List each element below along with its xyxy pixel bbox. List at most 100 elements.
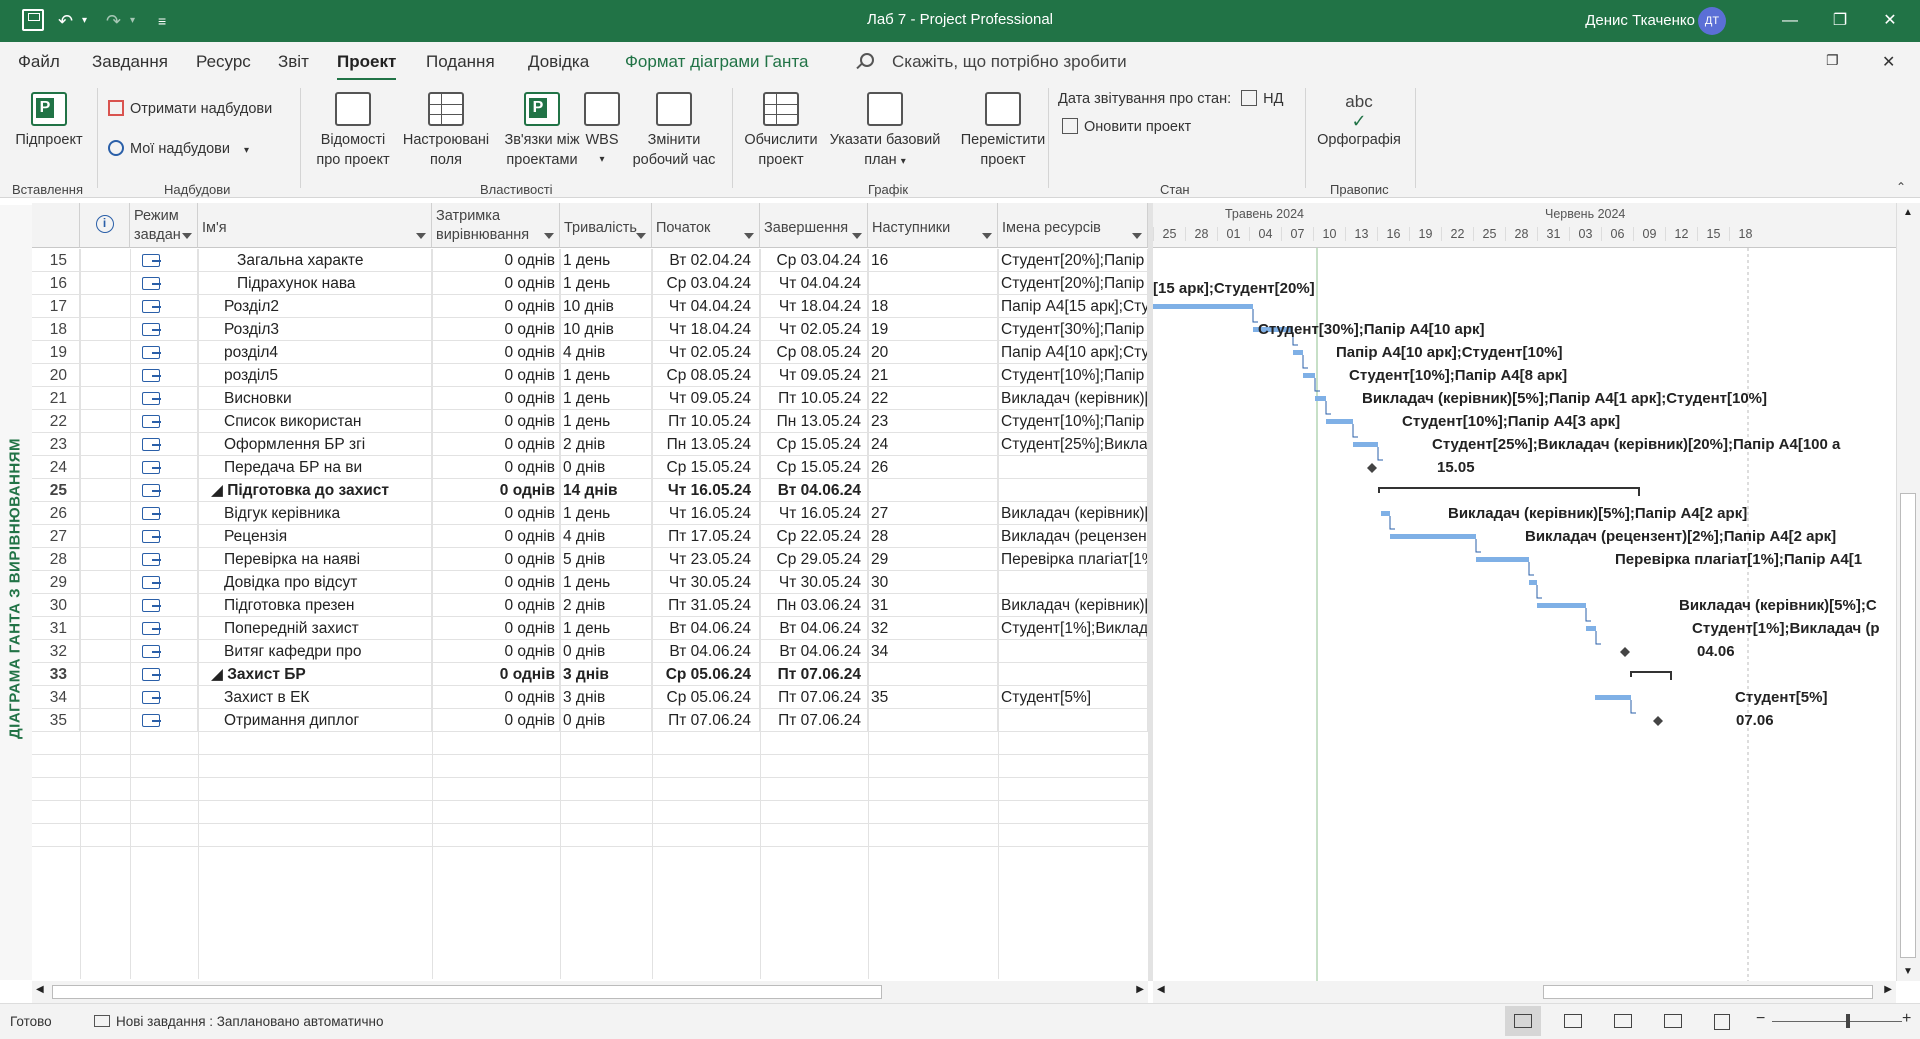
finish-date-cell[interactable]: Вт 04.06.24 <box>760 617 868 640</box>
resource-names-cell[interactable]: Перевірка плагіат[1% <box>998 548 1148 571</box>
task-mode-cell[interactable] <box>130 663 198 686</box>
start-date-cell[interactable]: Пт 10.05.24 <box>652 410 760 433</box>
close-document-icon[interactable]: ✕ <box>1882 52 1895 72</box>
start-date-cell[interactable]: Чт 02.05.24 <box>652 341 760 364</box>
collapse-ribbon-icon[interactable]: ⌃ <box>1896 180 1906 194</box>
successors-cell[interactable]: 21 <box>868 364 998 387</box>
resource-names-cell[interactable]: Студент[20%];Папір А <box>998 249 1148 272</box>
wbs-button[interactable]: WBS ▾ <box>580 86 624 170</box>
tab-help[interactable]: Довідка <box>528 52 589 72</box>
task-name-cell[interactable]: розділ5 <box>198 364 432 387</box>
row-id-cell[interactable]: 30 <box>32 594 80 617</box>
duration-cell[interactable]: 4 днів <box>560 525 652 548</box>
resource-names-cell[interactable]: Викладач (керівник)[ <box>998 502 1148 525</box>
resource-names-cell[interactable]: Викладач (керівник)[ <box>998 594 1148 617</box>
finish-date-cell[interactable]: Ср 15.05.24 <box>760 433 868 456</box>
task-name-cell[interactable]: Передача БР на ви <box>198 456 432 479</box>
links-between-projects-button[interactable]: Зв'язки між проектами <box>494 86 590 170</box>
resource-names-cell[interactable] <box>998 663 1148 686</box>
task-name-cell[interactable]: Попередній захист <box>198 617 432 640</box>
resource-names-cell[interactable] <box>998 456 1148 479</box>
resource-names-cell[interactable] <box>998 479 1148 502</box>
start-date-cell[interactable]: Ср 05.06.24 <box>652 663 760 686</box>
task-name-cell[interactable]: Витяг кафедри про <box>198 640 432 663</box>
finish-date-cell[interactable]: Вт 04.06.24 <box>760 479 868 502</box>
task-mode-cell[interactable] <box>130 479 198 502</box>
table-row[interactable]: 29 Довідка про відсут 0 однів 1 день Чт 30.0… <box>32 571 1148 594</box>
report-view-icon[interactable] <box>1714 1014 1730 1030</box>
avatar[interactable]: ДТ <box>1698 7 1726 35</box>
start-date-cell[interactable]: Ср 08.05.24 <box>652 364 760 387</box>
finish-date-cell[interactable]: Ср 08.05.24 <box>760 341 868 364</box>
start-date-cell[interactable]: Чт 30.05.24 <box>652 571 760 594</box>
row-id-cell[interactable]: 16 <box>32 272 80 295</box>
scroll-up-icon[interactable]: ▲ <box>1903 207 1913 218</box>
task-mode-cell[interactable] <box>130 594 198 617</box>
row-id-cell[interactable]: 22 <box>32 410 80 433</box>
resource-names-cell[interactable] <box>998 571 1148 594</box>
empty-row[interactable] <box>32 801 1148 824</box>
leveling-delay-cell[interactable]: 0 однів <box>432 272 560 295</box>
gantt-chart[interactable]: 25 28 01 04 07 10 13 16 19 22 25 28 31 03 06 09 12 15 18 Тр… <box>1153 203 1896 981</box>
successors-cell[interactable]: 18 <box>868 295 998 318</box>
leveling-delay-cell[interactable]: 0 однів <box>432 663 560 686</box>
row-id-cell[interactable]: 20 <box>32 364 80 387</box>
custom-fields-button[interactable]: Настроювані поля <box>398 86 494 170</box>
resource-names-cell[interactable]: Студент[5%] <box>998 686 1148 709</box>
successors-cell[interactable] <box>868 709 998 732</box>
leveling-delay-cell[interactable]: 0 однів <box>432 364 560 387</box>
column-header-successors[interactable]: Наступники <box>868 203 998 248</box>
leveling-delay-cell[interactable]: 0 однів <box>432 295 560 318</box>
resource-names-cell[interactable]: Студент[10%];Папір А <box>998 410 1148 433</box>
scroll-right-icon[interactable]: ▶ <box>1884 984 1892 995</box>
duration-cell[interactable]: 3 днів <box>560 663 652 686</box>
finish-date-cell[interactable]: Чт 18.04.24 <box>760 295 868 318</box>
successors-cell[interactable]: 28 <box>868 525 998 548</box>
start-date-cell[interactable]: Чт 23.05.24 <box>652 548 760 571</box>
finish-date-cell[interactable]: Чт 02.05.24 <box>760 318 868 341</box>
zoom-out-icon[interactable]: − <box>1756 1010 1765 1028</box>
user-name[interactable]: Денис Ткаченко <box>1585 12 1695 29</box>
column-header-indicators[interactable]: i <box>80 203 130 248</box>
leveling-delay-cell[interactable]: 0 однів <box>432 548 560 571</box>
task-mode-cell[interactable] <box>130 502 198 525</box>
table-row[interactable]: 17 Розділ2 0 однів 10 днів Чт 04.04.24 Чт 18.… <box>32 295 1148 318</box>
start-date-cell[interactable]: Чт 09.05.24 <box>652 387 760 410</box>
task-name-cell[interactable]: Розділ2 <box>198 295 432 318</box>
table-row[interactable]: 16 Підрахунок нава 0 однів 1 день Ср 03.04.2… <box>32 272 1148 295</box>
column-header-resource-names[interactable]: Імена ресурсів <box>998 203 1148 248</box>
start-date-cell[interactable]: Ср 05.06.24 <box>652 686 760 709</box>
tab-file[interactable]: Файл <box>18 52 60 72</box>
table-row[interactable]: 34 Захист в ЕК 0 однів 3 днів Ср 05.06.24 Пт … <box>32 686 1148 709</box>
duration-cell[interactable]: 1 день <box>560 410 652 433</box>
task-mode-cell[interactable] <box>130 686 198 709</box>
task-name-cell[interactable]: ◢ Захист БР <box>198 663 432 686</box>
leveling-delay-cell[interactable]: 0 однів <box>432 318 560 341</box>
duration-cell[interactable]: 4 днів <box>560 341 652 364</box>
start-date-cell[interactable]: Вт 04.06.24 <box>652 640 760 663</box>
duration-cell[interactable]: 3 днів <box>560 686 652 709</box>
leveling-delay-cell[interactable]: 0 однів <box>432 709 560 732</box>
scroll-down-icon[interactable]: ▼ <box>1903 966 1913 977</box>
leveling-delay-cell[interactable]: 0 однів <box>432 410 560 433</box>
row-id-cell[interactable]: 25 <box>32 479 80 502</box>
filter-dropdown-icon[interactable] <box>544 233 554 239</box>
project-info-button[interactable]: Відомості про проект <box>308 86 398 170</box>
row-id-cell[interactable]: 27 <box>32 525 80 548</box>
duration-cell[interactable]: 0 днів <box>560 709 652 732</box>
gantt-view-icon[interactable] <box>1514 1014 1532 1028</box>
filter-dropdown-icon[interactable] <box>1132 233 1142 239</box>
leveling-delay-cell[interactable]: 0 однів <box>432 571 560 594</box>
leveling-delay-cell[interactable]: 0 однів <box>432 341 560 364</box>
successors-cell[interactable] <box>868 272 998 295</box>
start-date-cell[interactable]: Пт 17.05.24 <box>652 525 760 548</box>
duration-cell[interactable]: 1 день <box>560 249 652 272</box>
leveling-delay-cell[interactable]: 0 однів <box>432 387 560 410</box>
column-header-mode[interactable]: Режим завдан <box>130 203 198 248</box>
gantt-scroll-thumb[interactable] <box>1543 985 1873 999</box>
start-date-cell[interactable]: Пт 31.05.24 <box>652 594 760 617</box>
table-row[interactable]: 20 розділ5 0 однів 1 день Ср 08.05.24 Чт 09.0… <box>32 364 1148 387</box>
calculate-project-button[interactable]: Обчислити проект <box>736 86 826 170</box>
table-row[interactable]: 22 Список використан 0 однів 1 день Пт 10.05… <box>32 410 1148 433</box>
row-id-cell[interactable]: 18 <box>32 318 80 341</box>
